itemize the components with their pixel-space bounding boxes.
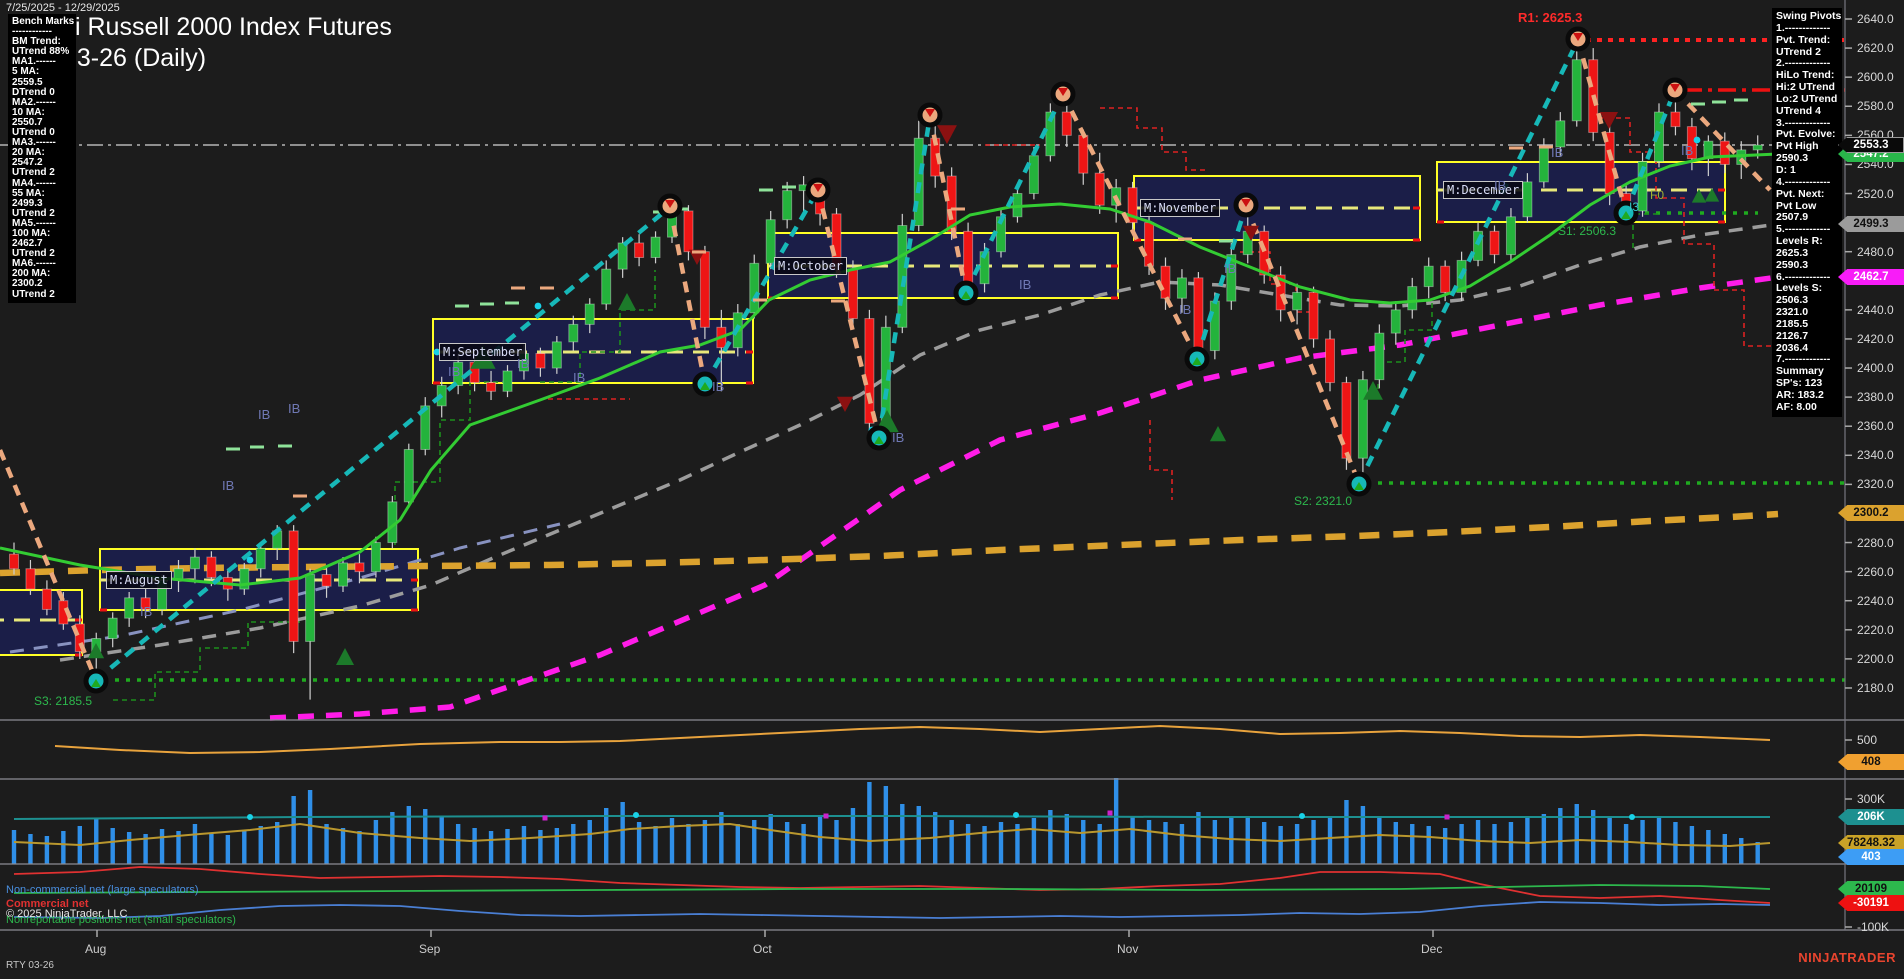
price-axis-tick: 2400.0 xyxy=(1857,361,1894,375)
time-axis-month-label: Aug xyxy=(85,942,106,956)
pivot-high-marker xyxy=(920,105,940,125)
month-box-label[interactable]: M:September xyxy=(439,343,526,361)
initial-balance-label: IB xyxy=(288,401,300,416)
price-marker-chip: 408 xyxy=(1838,754,1904,770)
s2-level-label: S2: 2321.0 xyxy=(1294,494,1352,508)
price-axis-tick: 2380.0 xyxy=(1857,390,1894,404)
price-axis-tick: 2320.0 xyxy=(1857,477,1894,491)
symbol-label: RTY 03-26 xyxy=(6,960,54,971)
price-axis-tick: 2180.0 xyxy=(1857,681,1894,695)
subpanel-axis-tick: -100K xyxy=(1857,920,1889,934)
price-axis-tick: 2520.0 xyxy=(1857,187,1894,201)
initial-balance-label: IB xyxy=(517,356,529,371)
initial-balance-label: IB xyxy=(1179,302,1191,317)
price-axis-tick: 2220.0 xyxy=(1857,623,1894,637)
price-marker-chip: -30191 xyxy=(1838,895,1904,911)
time-axis-month-label: Dec xyxy=(1421,942,1442,956)
time-axis-month-label: Nov xyxy=(1117,942,1138,956)
subpanel-axis-tick: 500 xyxy=(1857,733,1877,747)
initial-balance-label: IB xyxy=(448,364,460,379)
price-marker-chip: 2300.2 xyxy=(1838,505,1904,521)
price-axis-tick: 2620.0 xyxy=(1857,41,1894,55)
initial-balance-label: IB xyxy=(1224,261,1236,276)
initial-balance-label: IB xyxy=(1681,143,1693,158)
price-axis-tick: 2340.0 xyxy=(1857,448,1894,462)
pivot-high-marker xyxy=(1665,80,1685,100)
price-marker-chip: 20109 xyxy=(1838,881,1904,897)
price-axis-tick: 2260.0 xyxy=(1857,565,1894,579)
r1-level-label: R1: 2625.3 xyxy=(1518,10,1582,25)
pivot-low-marker xyxy=(1187,349,1207,369)
price-axis-tick: 2200.0 xyxy=(1857,652,1894,666)
swing-pivots-panel: Swing Pivots 1.------------- Pvt. Trend:… xyxy=(1772,8,1842,417)
price-axis-tick: 2580.0 xyxy=(1857,99,1894,113)
ninjatrader-logo: NINJATRADER xyxy=(1798,950,1896,965)
pivot-high-marker xyxy=(660,196,680,216)
bench-marks-panel: Bench Marks ------------ BM Trend: UTren… xyxy=(8,14,76,303)
s1-level-label: S1: 2506.3 xyxy=(1558,224,1616,238)
price-axis-tick: 2360.0 xyxy=(1857,419,1894,433)
price-axis-tick: 2240.0 xyxy=(1857,594,1894,608)
price-axis-tick: 2420.0 xyxy=(1857,332,1894,346)
time-axis-month-label: Sep xyxy=(419,942,440,956)
initial-balance-label: IB xyxy=(892,430,904,445)
price-axis-tick: 2280.0 xyxy=(1857,536,1894,550)
price-axis-tick: 2640.0 xyxy=(1857,12,1894,26)
copyright-text: © 2025 NinjaTrader, LLC xyxy=(6,908,127,920)
subpanel-axis-tick: 300K xyxy=(1857,792,1885,806)
price-marker-chip: 403 xyxy=(1838,849,1904,865)
initial-balance-label: IB xyxy=(712,379,724,394)
initial-balance-label: IB xyxy=(1494,178,1506,193)
pivot-low-marker xyxy=(86,671,106,691)
month-box-label[interactable]: M:August xyxy=(106,571,172,589)
price-marker-chip: 78248.32 xyxy=(1838,835,1904,851)
month-box-label[interactable]: M:December xyxy=(1443,181,1523,199)
initial-balance-label: IB xyxy=(258,407,270,422)
initial-balance-label: IB xyxy=(573,370,585,385)
pivot-low-marker xyxy=(869,428,889,448)
pivot-low-marker xyxy=(1349,474,1369,494)
initial-balance-label: IB xyxy=(1019,277,1031,292)
f0-pivot-label: F0 xyxy=(1650,188,1664,202)
month-box-label[interactable]: M:October xyxy=(774,257,847,275)
price-marker-chip: 2462.7 xyxy=(1838,269,1904,285)
legend-noncommercial: Non-commercial net (large speculators) xyxy=(6,884,199,896)
pivot-high-marker xyxy=(808,180,828,200)
month-box-label[interactable]: M:November xyxy=(1140,199,1220,217)
initial-balance-label: IB xyxy=(222,478,234,493)
pivot-high-marker xyxy=(1236,195,1256,215)
price-axis-tick: 2600.0 xyxy=(1857,70,1894,84)
chart-title-line1: i Russell 2000 Index Futures xyxy=(75,13,392,41)
pivot-high-marker xyxy=(1053,84,1073,104)
time-axis-month-label: Oct xyxy=(753,942,772,956)
price-marker-chip: 2553.3 xyxy=(1838,137,1904,153)
ninjatrader-window: 7/25/2025 - 12/29/2025 i Russell 2000 In… xyxy=(0,0,1904,979)
s3-level-label: S3: 2185.5 xyxy=(34,694,92,708)
initial-balance-label: IB xyxy=(140,604,152,619)
pivot-low-marker xyxy=(956,283,976,303)
initial-balance-label: IB xyxy=(1551,145,1563,160)
price-axis-tick: 2480.0 xyxy=(1857,245,1894,259)
pivot-high-marker xyxy=(1568,29,1588,49)
chart-canvas[interactable] xyxy=(0,0,1904,979)
chart-title-line2: 03-26 (Daily) xyxy=(63,44,206,72)
price-axis-tick: 2440.0 xyxy=(1857,303,1894,317)
price-marker-chip: 206K xyxy=(1838,809,1904,825)
price-marker-chip: 2499.3 xyxy=(1838,216,1904,232)
i3-pivot-label: I3 xyxy=(1629,200,1639,214)
